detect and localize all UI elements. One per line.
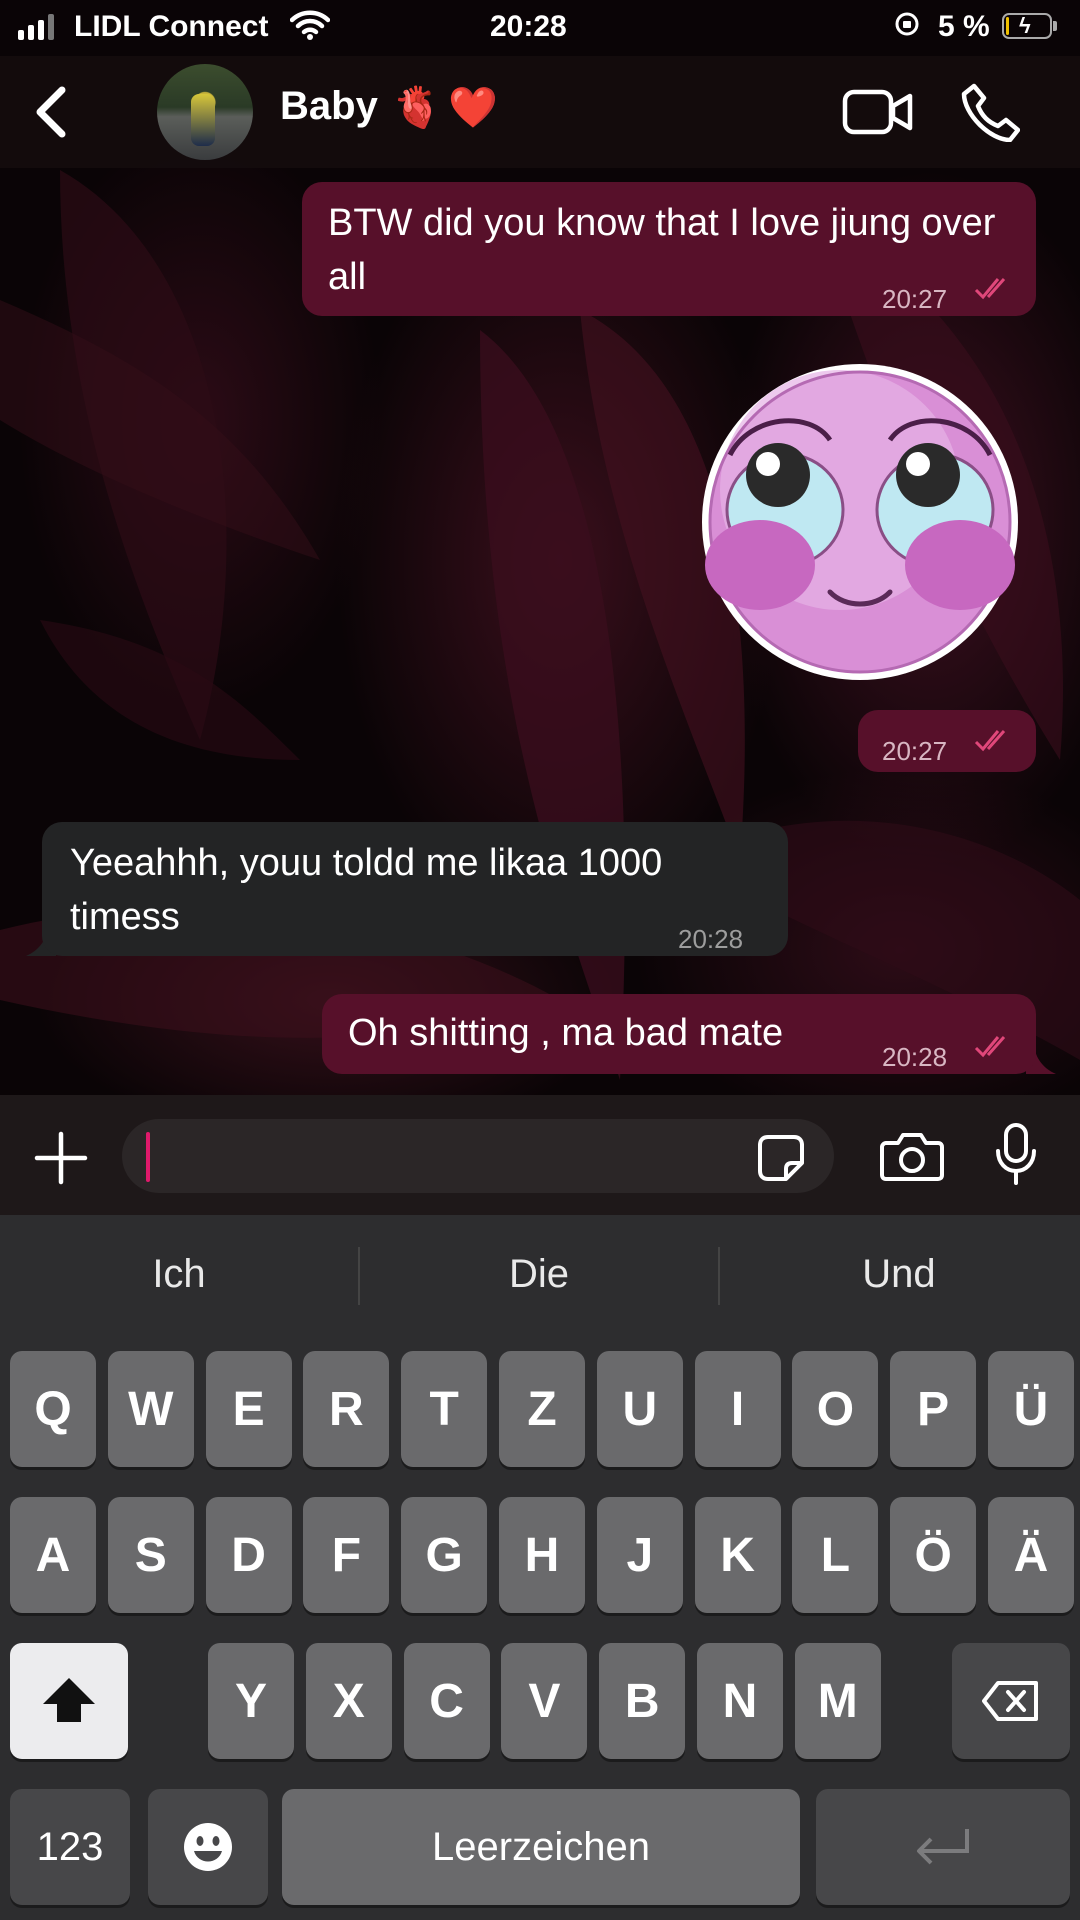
status-time: 20:28 [490, 10, 567, 43]
key-d[interactable]: D [205, 1497, 292, 1613]
key-h[interactable]: H [499, 1497, 585, 1613]
phone-icon[interactable] [960, 82, 1020, 142]
message-input-bar [0, 1095, 1080, 1215]
key-w[interactable]: W [107, 1351, 194, 1467]
suggestion-bar: Ich Die Und [0, 1239, 1080, 1309]
signal-icon [18, 14, 54, 40]
space-key[interactable]: Leerzeichen [282, 1789, 800, 1905]
status-bar: LIDL Connect 20:28 5 % ϟ [0, 0, 1080, 56]
numbers-key[interactable]: 123 [10, 1789, 130, 1905]
pink-smiley-face-sticker[interactable] [690, 360, 1030, 680]
message-bubble-outgoing[interactable]: BTW did you know that I love jiung over … [302, 182, 1036, 316]
video-camera-icon[interactable] [842, 86, 914, 138]
red-heart-emoji: ❤️ [448, 86, 498, 130]
suggestion-item[interactable]: Die [360, 1239, 718, 1309]
key-f[interactable]: F [303, 1497, 390, 1613]
key-r[interactable]: R [303, 1351, 390, 1467]
key-s[interactable]: S [107, 1497, 194, 1613]
contact-avatar[interactable] [157, 64, 253, 160]
key-m[interactable]: M [794, 1643, 881, 1759]
message-time: 20:28 [678, 924, 744, 954]
plus-icon[interactable] [34, 1131, 88, 1185]
sticker-icon[interactable] [756, 1133, 806, 1183]
backspace-icon [982, 1681, 1038, 1721]
suggestion-item[interactable]: Ich [0, 1239, 358, 1309]
key-e[interactable]: E [205, 1351, 292, 1467]
key-ö[interactable]: Ö [890, 1497, 977, 1613]
wifi-icon [290, 10, 330, 40]
message-input[interactable] [122, 1119, 834, 1193]
return-icon [917, 1829, 969, 1865]
read-ticks-icon [974, 730, 1006, 752]
key-g[interactable]: G [401, 1497, 488, 1613]
suggestion-item[interactable]: Und [720, 1239, 1078, 1309]
text-caret [146, 1132, 150, 1182]
chat-header: Baby 🫀 ❤️ [0, 56, 1080, 168]
key-k[interactable]: K [694, 1497, 781, 1613]
contact-name[interactable]: Baby [280, 84, 378, 129]
key-c[interactable]: C [403, 1643, 490, 1759]
key-j[interactable]: J [596, 1497, 683, 1613]
back-arrow-icon[interactable] [26, 80, 76, 144]
sticker-time-bubble: 20:27 [858, 710, 1036, 772]
battery-charging-icon: ϟ [1002, 13, 1052, 39]
camera-icon[interactable] [880, 1131, 944, 1183]
shift-key[interactable] [10, 1643, 128, 1759]
return-key[interactable] [816, 1789, 1070, 1905]
message-time: 20:28 [882, 1042, 948, 1072]
message-text: Yeeahhh, youu toldd me likaa 1000 timess [70, 842, 663, 938]
key-q[interactable]: Q [10, 1351, 96, 1467]
battery-tip [1053, 21, 1057, 31]
read-ticks-icon [974, 1036, 1006, 1058]
orientation-lock-icon [895, 12, 919, 36]
key-y[interactable]: Y [208, 1643, 294, 1759]
key-ä[interactable]: Ä [988, 1497, 1074, 1613]
message-bubble-outgoing[interactable]: Oh shitting , ma bad mate 20:28 [322, 994, 1036, 1074]
message-bubble-incoming[interactable]: Yeeahhh, youu toldd me likaa 1000 timess… [42, 822, 788, 956]
key-u[interactable]: U [596, 1351, 683, 1467]
key-i[interactable]: I [694, 1351, 781, 1467]
microphone-icon[interactable] [994, 1123, 1038, 1187]
carrier-name: LIDL Connect [74, 10, 269, 43]
key-ü[interactable]: Ü [988, 1351, 1074, 1467]
anatomical-heart-emoji: 🫀 [392, 86, 442, 130]
battery-percent: 5 % [938, 10, 990, 43]
key-o[interactable]: O [792, 1351, 879, 1467]
emoji-icon [184, 1823, 232, 1871]
read-ticks-icon [974, 278, 1006, 300]
battery-level-fill [1006, 17, 1009, 35]
key-a[interactable]: A [10, 1497, 96, 1613]
key-l[interactable]: L [792, 1497, 879, 1613]
key-b[interactable]: B [599, 1643, 686, 1759]
message-time: 20:27 [882, 284, 948, 314]
key-p[interactable]: P [890, 1351, 977, 1467]
message-text: Oh shitting , ma bad mate [348, 1012, 784, 1054]
backspace-key[interactable] [952, 1643, 1070, 1759]
message-time: 20:27 [882, 736, 948, 766]
key-n[interactable]: N [697, 1643, 783, 1759]
key-t[interactable]: T [401, 1351, 488, 1467]
shift-icon [43, 1678, 95, 1722]
keyboard: Ich Die Und QWERTZUIOPÜ ASDFGHJKLÖÄ YXCVBN… [0, 1215, 1080, 1920]
emoji-key[interactable] [148, 1789, 268, 1905]
key-v[interactable]: V [501, 1643, 588, 1759]
key-z[interactable]: Z [499, 1351, 585, 1467]
key-x[interactable]: X [305, 1643, 392, 1759]
